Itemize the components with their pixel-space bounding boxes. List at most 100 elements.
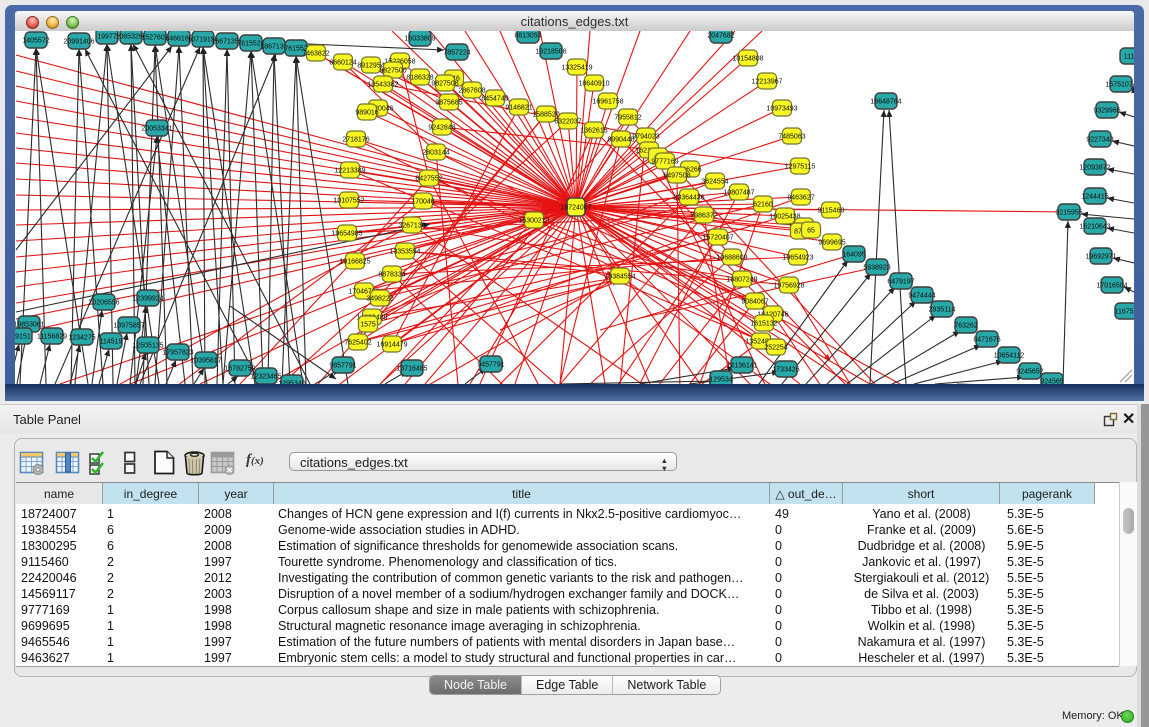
- svg-text:10973493: 10973493: [766, 106, 797, 113]
- svg-text:3498222: 3498222: [366, 296, 393, 303]
- svg-text:2803144: 2803144: [422, 150, 449, 157]
- svg-text:9474444: 9474444: [908, 293, 935, 300]
- svg-text:8427552: 8427552: [415, 176, 442, 183]
- svg-text:114519: 114519: [100, 339, 123, 346]
- svg-text:15751074: 15751074: [1105, 82, 1134, 89]
- svg-text:1405572: 1405572: [22, 38, 49, 45]
- svg-text:10654112: 10654112: [994, 353, 1025, 360]
- svg-text:9699695: 9699695: [818, 240, 845, 247]
- svg-text:15720407: 15720407: [702, 235, 733, 242]
- svg-text:12975115: 12975115: [785, 164, 816, 171]
- svg-text:19756928: 19756928: [773, 283, 804, 290]
- svg-text:9215955: 9215955: [1055, 210, 1082, 217]
- svg-text:2718176: 2718176: [342, 137, 369, 144]
- svg-text:16033809: 16033809: [404, 36, 435, 43]
- svg-text:15300213: 15300213: [518, 218, 549, 225]
- svg-text:10807487: 10807487: [723, 190, 754, 197]
- svg-text:13325419: 13325419: [561, 65, 592, 72]
- svg-text:1362615: 1362615: [580, 128, 607, 135]
- svg-text:39151: 39151: [15, 334, 31, 341]
- svg-text:11156829: 11156829: [37, 334, 67, 341]
- svg-text:17016504: 17016504: [1096, 283, 1127, 290]
- svg-text:9242848: 9242848: [428, 125, 455, 132]
- svg-text:3875685: 3875685: [435, 100, 462, 107]
- svg-text:8878334: 8878334: [378, 272, 405, 279]
- svg-text:763262: 763262: [954, 323, 977, 330]
- svg-text:1615132: 1615132: [750, 321, 777, 328]
- svg-text:19654985: 19654985: [331, 231, 362, 238]
- svg-text:129534: 129534: [709, 377, 732, 384]
- svg-text:9146821: 9146821: [505, 105, 532, 112]
- svg-text:13353594: 13353594: [389, 249, 420, 256]
- svg-text:9245652: 9245652: [1016, 369, 1043, 376]
- svg-text:9777169: 9777169: [651, 159, 678, 166]
- svg-text:16210643: 16210643: [1079, 224, 1110, 231]
- svg-text:9463627: 9463627: [787, 195, 814, 202]
- svg-text:9329966: 9329966: [1093, 108, 1120, 115]
- svg-text:10107552: 10107552: [333, 198, 364, 205]
- svg-text:20364436: 20364436: [673, 195, 704, 202]
- svg-text:13975857: 13975857: [113, 323, 144, 330]
- svg-text:19384554: 19384554: [604, 274, 635, 281]
- svg-text:10154808: 10154808: [732, 56, 763, 63]
- svg-text:9084067: 9084067: [741, 299, 768, 306]
- svg-text:7485063: 7485063: [778, 134, 805, 141]
- svg-text:1575: 1575: [360, 322, 376, 329]
- svg-text:16961758: 16961758: [592, 99, 623, 106]
- svg-text:170046: 170046: [411, 199, 434, 206]
- svg-text:2867608: 2867608: [458, 88, 485, 95]
- svg-text:20053341: 20053341: [141, 126, 172, 133]
- svg-text:252254: 252254: [764, 345, 787, 352]
- svg-text:20991406: 20991406: [63, 39, 94, 46]
- svg-text:5938923: 5938923: [863, 265, 890, 272]
- svg-text:924565: 924565: [1040, 379, 1063, 385]
- svg-text:8660124: 8660124: [329, 60, 356, 67]
- svg-text:1295340: 1295340: [278, 381, 305, 385]
- svg-text:65: 65: [807, 228, 815, 235]
- svg-text:19218506: 19218506: [535, 49, 566, 56]
- svg-text:19166825: 19166825: [339, 259, 370, 266]
- svg-text:1733426: 1733426: [772, 367, 799, 374]
- svg-text:62160: 62160: [753, 202, 773, 209]
- svg-text:16914479: 16914479: [376, 342, 407, 349]
- svg-text:18724007: 18724007: [560, 205, 591, 212]
- svg-text:7463822: 7463822: [302, 51, 329, 58]
- svg-text:8471676: 8471676: [973, 337, 1000, 344]
- svg-text:1588520: 1588520: [532, 112, 559, 119]
- svg-text:19654923: 19654923: [782, 255, 813, 262]
- svg-text:7857224: 7857224: [443, 50, 470, 57]
- svg-text:6322037: 6322037: [554, 119, 581, 126]
- svg-text:2935114: 2935114: [929, 307, 956, 314]
- svg-text:17957823: 17957823: [162, 350, 193, 357]
- svg-text:116753: 116753: [1115, 309, 1134, 316]
- svg-text:7986372: 7986372: [690, 213, 717, 220]
- svg-text:9457791: 9457791: [477, 362, 504, 369]
- svg-text:1117: 1117: [1124, 54, 1134, 61]
- svg-text:18807249: 18807249: [726, 277, 757, 284]
- svg-text:14136141: 14136141: [726, 363, 757, 370]
- svg-text:6479197: 6479197: [887, 279, 914, 286]
- svg-text:164095: 164095: [842, 252, 865, 259]
- svg-text:19977: 19977: [97, 34, 117, 41]
- svg-text:9115460: 9115460: [818, 208, 845, 215]
- svg-text:10395817: 10395817: [190, 358, 221, 365]
- svg-text:3624554: 3624554: [701, 179, 728, 186]
- svg-text:8186328: 8186328: [406, 75, 433, 82]
- svg-text:18640910: 18640910: [578, 81, 609, 88]
- svg-text:2047682: 2047682: [707, 33, 734, 40]
- svg-text:20206556: 20206556: [88, 300, 119, 307]
- svg-text:989016: 989016: [355, 110, 378, 117]
- svg-text:12505135: 12505135: [132, 343, 163, 350]
- svg-text:16648784: 16648784: [870, 99, 901, 106]
- svg-text:8813054: 8813054: [514, 33, 541, 40]
- svg-text:12213389: 12213389: [334, 168, 365, 175]
- svg-text:16782759: 16782759: [224, 366, 255, 373]
- svg-text:7955812: 7955812: [614, 115, 641, 122]
- svg-text:8454749: 8454749: [481, 96, 508, 103]
- svg-text:6497508: 6497508: [663, 173, 690, 180]
- svg-text:1234275: 1234275: [68, 335, 95, 342]
- svg-text:12093872: 12093872: [1079, 165, 1110, 172]
- svg-text:9827500: 9827500: [379, 68, 406, 75]
- svg-text:19692971: 19692971: [1085, 254, 1116, 261]
- svg-text:1244415: 1244415: [1081, 194, 1108, 201]
